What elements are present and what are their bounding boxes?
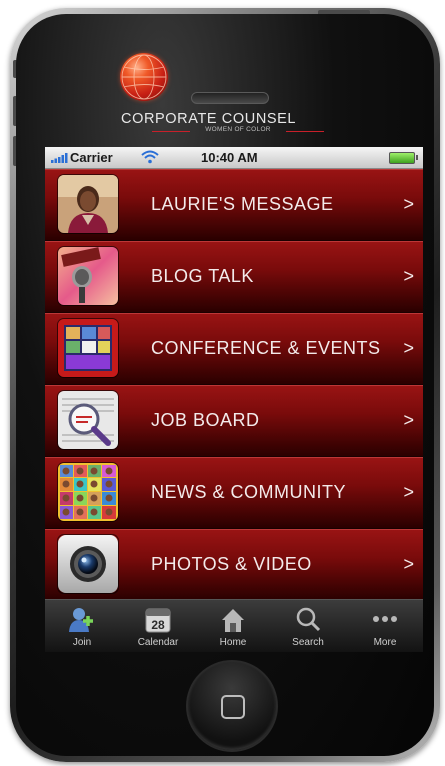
menu-item-lauries-message[interactable]: LAURIE'S MESSAGE > (45, 169, 423, 241)
search-icon (296, 607, 321, 632)
chevron-right-icon: > (403, 266, 414, 286)
tab-calendar[interactable]: 28 Calendar (123, 600, 193, 652)
chevron-right-icon: > (403, 410, 414, 430)
menu-item-label: LAURIE'S MESSAGE (151, 194, 334, 214)
tab-join[interactable]: Join (47, 600, 117, 652)
more-icon (373, 616, 397, 622)
tab-label: Calendar (137, 637, 179, 648)
tab-label: Home (219, 637, 247, 648)
chevron-right-icon: > (403, 482, 414, 502)
menu-item-conference-events[interactable]: CONFERENCE & EVENTS > (45, 313, 423, 385)
tab-home[interactable]: Home (198, 600, 268, 652)
tab-bar: Join 28 Calendar Home Search More (45, 599, 423, 652)
person-add-icon (69, 608, 93, 632)
brand-title: CORPORATE COUNSEL (121, 111, 297, 127)
tab-label: Search (292, 637, 324, 648)
menu-item-blog-talk[interactable]: BLOG TALK > (45, 241, 423, 313)
calendar-date: 28 (151, 618, 165, 632)
brand-rule-left (152, 131, 190, 132)
menu-item-label: CONFERENCE & EVENTS (151, 338, 381, 358)
home-icon (222, 609, 244, 632)
portrait-photo-icon (58, 175, 118, 233)
tab-search[interactable]: Search (273, 600, 343, 652)
wifi-icon (141, 150, 159, 164)
chevron-right-icon: > (403, 554, 414, 574)
magnifier-newspaper-icon (58, 391, 118, 449)
menu-item-label: NEWS & COMMUNITY (151, 482, 346, 502)
menu-item-photos-video[interactable]: PHOTOS & VIDEO > (45, 529, 423, 601)
events-collage-icon (58, 319, 118, 377)
brand-rule-right (286, 131, 324, 132)
battery-icon (389, 152, 418, 164)
home-square-icon (221, 695, 245, 719)
menu-item-job-board[interactable]: JOB BOARD > (45, 385, 423, 457)
calendar-icon: 28 (145, 608, 171, 633)
microphone-photo-icon (58, 247, 118, 305)
brand-subtitle: WOMEN OF COLOR (205, 126, 271, 133)
home-button[interactable] (186, 660, 278, 752)
menu-item-label: JOB BOARD (151, 410, 260, 430)
logo-globe-icon (120, 53, 168, 101)
main-menu: LAURIE'S MESSAGE > BLOG TALK > CONFERENC… (45, 169, 423, 601)
status-bar: Carrier 10:40 AM (45, 147, 423, 169)
menu-item-news-community[interactable]: NEWS & COMMUNITY > (45, 457, 423, 529)
camera-icon (58, 535, 118, 593)
tab-more[interactable]: More (350, 600, 420, 652)
chevron-right-icon: > (403, 338, 414, 358)
faces-grid-icon (58, 463, 118, 521)
phone-screen: Carrier 10:40 AM LAURIE'S MESSAGE > BLOG… (45, 147, 423, 652)
menu-item-label: PHOTOS & VIDEO (151, 554, 312, 574)
tab-label: More (373, 637, 397, 648)
signal-bars-icon (51, 153, 68, 163)
menu-item-label: BLOG TALK (151, 266, 254, 286)
chevron-right-icon: > (403, 194, 414, 214)
earpiece-speaker (191, 92, 269, 104)
carrier-name: Carrier (70, 150, 113, 165)
tab-label: Join (72, 637, 92, 648)
status-time: 10:40 AM (201, 150, 258, 165)
